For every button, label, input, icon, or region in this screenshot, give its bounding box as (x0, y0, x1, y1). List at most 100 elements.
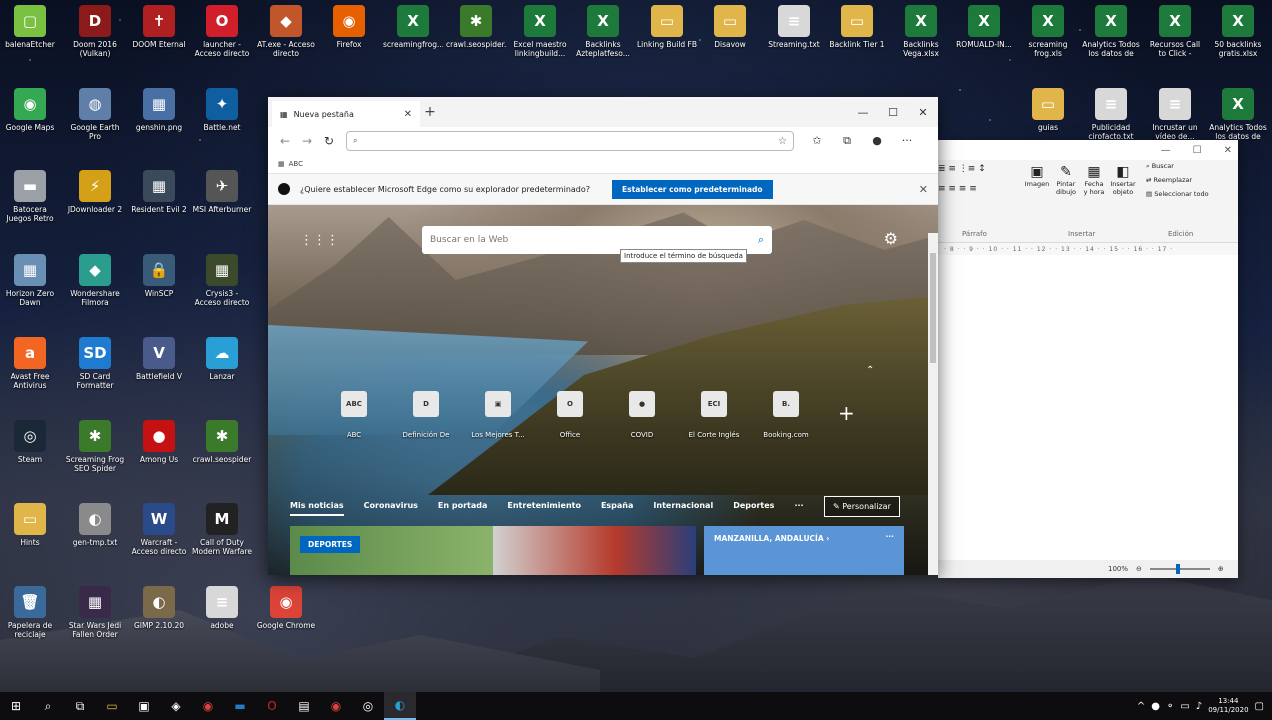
microphone-icon[interactable]: ● (1151, 701, 1160, 712)
card-more-icon[interactable]: ··· (885, 532, 894, 541)
minimize-icon[interactable]: — (1161, 145, 1171, 156)
search-icon[interactable]: ⌕ (758, 233, 764, 247)
news-tab[interactable]: ··· (794, 501, 803, 516)
new-tab-button[interactable]: + (420, 104, 440, 120)
refresh-icon[interactable]: ↻ (318, 134, 340, 148)
quick-link[interactable]: ABC ABC (318, 391, 390, 439)
quick-link[interactable]: B. Booking.com (750, 391, 822, 439)
paint-drawing-button[interactable]: ✎ Pintar dibujo (1052, 164, 1080, 196)
chrome-profile-icon[interactable]: ◉ (320, 692, 352, 720)
quick-link[interactable]: D Definición De (390, 391, 462, 439)
desktop-icon[interactable]: X 50 backlinks gratis.xlsx (1208, 5, 1268, 58)
search-input[interactable]: Buscar en la Web (430, 235, 508, 245)
scrollbar[interactable] (928, 233, 938, 575)
document-icon[interactable]: ▤ (288, 692, 320, 720)
desktop-icon[interactable]: X Analytics Todos los datos de sit... (1208, 88, 1268, 141)
desktop-icon[interactable]: X ROMUALD-IN... (954, 5, 1014, 49)
desktop-icon[interactable]: ◉ Firefox (319, 5, 379, 49)
desktop-icon[interactable]: ◆ Wondershare Filmora (65, 254, 125, 307)
back-icon[interactable]: ← (274, 134, 296, 148)
desktop-icon[interactable]: ◉ Google Maps (0, 88, 60, 132)
news-tab[interactable]: Entretenimiento (507, 501, 581, 516)
desktop-icon[interactable]: SD SD Card Formatter (65, 337, 125, 390)
unknown-app-icon[interactable]: ◈ (160, 692, 192, 720)
close-icon[interactable]: ✕ (908, 106, 938, 119)
show-hidden-icon[interactable]: ^ (1137, 701, 1145, 712)
desktop-icon[interactable]: 🔒 WinSCP (129, 254, 189, 298)
desktop-icon[interactable]: ◍ Google Earth Pro (65, 88, 125, 141)
news-tab[interactable]: Internacional (653, 501, 713, 516)
favorite-item-abc[interactable]: ABC (289, 160, 303, 168)
desktop-icon[interactable]: ✈ MSI Afterburner (192, 170, 252, 214)
desktop-icon[interactable]: ▬ Batocera Juegos Retro (0, 170, 60, 223)
zoom-slider[interactable] (1149, 564, 1210, 574)
address-bar[interactable]: ⌕ ☆ (346, 131, 794, 151)
quick-link[interactable]: O Office (534, 391, 606, 439)
favorites-icon[interactable]: ✩ (802, 134, 832, 148)
app-launcher-icon[interactable]: ⋮⋮⋮ (300, 233, 339, 248)
steam-icon[interactable]: ◎ (352, 692, 384, 720)
news-card-sports[interactable]: DEPORTES (290, 526, 696, 575)
desktop-icon[interactable]: ⚡ JDownloader 2 (65, 170, 125, 214)
close-tab-icon[interactable]: ✕ (404, 109, 412, 120)
zoom-in-icon[interactable]: ⊕ (1218, 565, 1224, 573)
chevron-up-icon[interactable]: ⌃ (866, 365, 874, 376)
desktop-icon[interactable]: a Avast Free Antivirus (0, 337, 60, 390)
desktop-icon[interactable]: ▦ genshin.png (129, 88, 189, 132)
desktop-icon[interactable]: X Analytics Todos los datos de sit... (1081, 5, 1141, 58)
desktop-icon[interactable]: ✱ Screaming Frog SEO Spider (65, 420, 125, 473)
chrome-icon[interactable]: ◉ (192, 692, 224, 720)
image-button[interactable]: ▣ Imagen (1024, 164, 1050, 188)
desktop-icon[interactable]: ▭ Backlink Tier 1 (827, 5, 887, 49)
desktop-icon[interactable]: ▦ Star Wars Jedi Fallen Order (65, 586, 125, 639)
desktop-icon[interactable]: ◐ gen-tmp.txt (65, 503, 125, 547)
desktop-icon[interactable]: D Doom 2016 (Vulkan) (65, 5, 125, 58)
replace-button[interactable]: ⇄ Reemplazar (1146, 176, 1192, 184)
desktop-icon[interactable]: ✝ DOOM Eternal (129, 5, 189, 49)
desktop-icon[interactable]: Olauncher - Acceso directo (192, 5, 252, 58)
profile-icon[interactable]: ● (862, 134, 892, 148)
collections-icon[interactable]: ⧉ (832, 134, 862, 148)
file-explorer-icon[interactable]: ▭ (96, 692, 128, 720)
desktop-icon[interactable]: ◎ Steam (0, 420, 60, 464)
desktop-icon[interactable]: X Backlinks Vega.xlsx (891, 5, 951, 58)
desktop-icon[interactable]: M Call of Duty Modern Warfare (192, 503, 252, 556)
desktop-icon[interactable]: ≡ Incrustar un vídeo de... (1145, 88, 1205, 141)
insert-object-button[interactable]: ◧ Insertar objeto (1108, 164, 1138, 196)
desktop-icon[interactable]: ▦ Crysis3 - Acceso directo (192, 254, 252, 307)
news-tab[interactable]: Deportes (733, 501, 774, 516)
quick-link[interactable]: ECI El Corte Inglés (678, 391, 750, 439)
search-icon[interactable]: ⌕ (32, 692, 64, 720)
desktop-icon[interactable]: ▭ Hints (0, 503, 60, 547)
close-icon[interactable]: ✕ (1224, 145, 1232, 156)
news-tab[interactable]: En portada (438, 501, 487, 516)
desktop-icon[interactable]: ▭ Linking Build FB (637, 5, 697, 49)
forward-icon[interactable]: → (296, 134, 318, 148)
desktop-icon[interactable]: 🗑 Papelera de reciclaje (0, 586, 60, 639)
desktop-icon[interactable]: ◆ AT.exe - Acceso directo (256, 5, 316, 58)
desktop-icon[interactable]: ✱ crawl.seospider (192, 420, 252, 464)
desktop-icon[interactable]: Xscreamingfrog... (383, 5, 443, 49)
minimize-icon[interactable]: — (848, 106, 878, 119)
chevron-right-icon[interactable]: › (826, 534, 829, 543)
task-view-icon[interactable]: ⧉ (64, 692, 96, 720)
tab-new-tab[interactable]: ▦ Nueva pestaña ✕ (272, 101, 420, 127)
news-tab[interactable]: Mis noticias (290, 501, 344, 516)
desktop-icon[interactable]: ▦ Horizon Zero Dawn (0, 254, 60, 307)
paragraph-format-icons[interactable]: ≣ ≡ ⋮≡ ↕ (938, 164, 986, 174)
start-button[interactable]: ⊞ (0, 692, 32, 720)
scrollbar-thumb[interactable] (930, 253, 936, 363)
set-default-button[interactable]: Establecer como predeterminado (612, 179, 773, 199)
clipboard-icon[interactable]: ▭ (1180, 701, 1189, 712)
desktop-icon[interactable]: ☁ Lanzar (192, 337, 252, 381)
desktop-icon[interactable]: X Backlinks Azteplatfeso... (573, 5, 633, 58)
desktop-icon[interactable]: X Excel maestro linkingbuild... (510, 5, 570, 58)
weather-card[interactable]: MANZANILLA, ANDALUCÍA › ··· (704, 526, 904, 575)
desktop-icon[interactable]: V Battlefield V (129, 337, 189, 381)
clock[interactable]: 13:44 09/11/2020 (1208, 697, 1248, 715)
desktop-icon[interactable]: ≡ Publicidad cirofacto.txt (1081, 88, 1141, 141)
desktop-icon[interactable]: ◐ GIMP 2.10.20 (129, 586, 189, 630)
add-quick-link-icon[interactable]: + (838, 401, 855, 425)
desktop-icon[interactable]: W Warcraft - Acceso directo (129, 503, 189, 556)
desktop-icon[interactable]: ✱ crawl.seospider... (446, 5, 506, 49)
